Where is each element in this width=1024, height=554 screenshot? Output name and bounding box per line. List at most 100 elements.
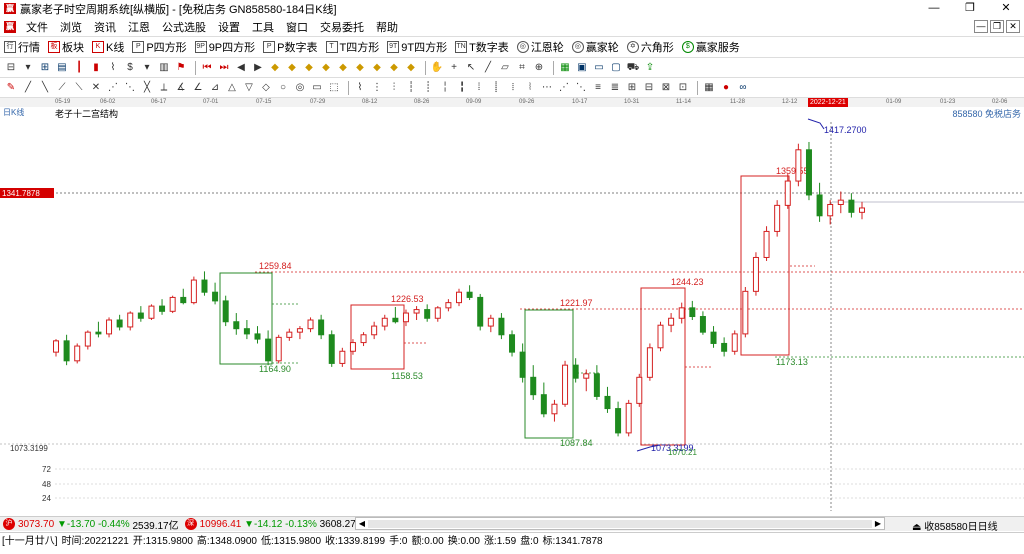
fan-1-icon[interactable]: ⌇ (353, 81, 367, 95)
ruler-icon[interactable]: ⌗ (515, 61, 529, 75)
diamond-5-icon[interactable]: ◆ (336, 61, 350, 75)
menu-window[interactable]: 窗口 (280, 19, 314, 35)
minimize-button[interactable]: — (916, 0, 952, 17)
table-icon[interactable]: ▦ (702, 81, 716, 95)
line-18-icon[interactable]: ▭ (310, 81, 324, 95)
fan-4-icon[interactable]: ┆ (404, 81, 418, 95)
flag-icon[interactable]: ⚑ (174, 61, 188, 75)
menu-trade[interactable]: 交易委托 (314, 19, 370, 35)
line-15-icon[interactable]: ◇ (259, 81, 273, 95)
fan-7-icon[interactable]: ╏ (455, 81, 469, 95)
fan-13-icon[interactable]: ⋰ (557, 81, 571, 95)
period-icon[interactable]: ▾ (21, 61, 35, 75)
mdi-close-button[interactable]: ✕ (1006, 20, 1020, 33)
layout-icon[interactable]: ⊟ (4, 61, 18, 75)
fan-11-icon[interactable]: ⦚ (523, 81, 537, 95)
line-19-icon[interactable]: ⬚ (327, 81, 341, 95)
line-11-icon[interactable]: ∠ (191, 81, 205, 95)
zoom-icon[interactable]: ⊕ (532, 61, 546, 75)
menu-formula[interactable]: 公式选股 (156, 19, 212, 35)
diamond-6-icon[interactable]: ◆ (353, 61, 367, 75)
toolbar-t-square-button[interactable]: T T四方形 (322, 38, 384, 57)
line-6-icon[interactable]: ⋰ (106, 81, 120, 95)
toolbar-winner-wheel-button[interactable]: ◎ 赢家轮 (568, 38, 623, 57)
toolbar-sector-button[interactable]: 板板块 (44, 38, 88, 57)
mdi-restore-button[interactable]: ❐ (990, 20, 1004, 33)
toolbar-quote-button[interactable]: 行行情 (0, 38, 44, 57)
line-3-icon[interactable]: ⟋ (55, 81, 69, 95)
line-chart-icon[interactable]: ⌇ (106, 61, 120, 75)
fan-8-icon[interactable]: ⁞ (472, 81, 486, 95)
next-icon[interactable]: ⏭ (217, 61, 231, 75)
diamond-1-icon[interactable]: ◆ (268, 61, 282, 75)
fan-14-icon[interactable]: ⋱ (574, 81, 588, 95)
first-icon[interactable]: ⏮ (200, 61, 214, 75)
fan-5-icon[interactable]: ┊ (421, 81, 435, 95)
diamond-2-icon[interactable]: ◆ (285, 61, 299, 75)
kline-chart[interactable]: 日K线 老子十二宫结构 858580 免税店务 1341.7878 1073.3… (0, 107, 1024, 511)
line-8-icon[interactable]: ╳ (140, 81, 154, 95)
scroll-thumb[interactable] (368, 520, 872, 528)
toolbar-9p-square-button[interactable]: 9P 9P四方形 (191, 38, 259, 57)
screen-icon[interactable]: ▭ (592, 61, 606, 75)
toolbar-p-square-button[interactable]: P P四方形 (128, 38, 190, 57)
fan-20-icon[interactable]: ⊡ (676, 81, 690, 95)
crosshair-icon[interactable]: + (447, 61, 461, 75)
shape-icon[interactable]: ▱ (498, 61, 512, 75)
toolbar-hexagon-button[interactable]: ✡ 六角形 (623, 38, 678, 57)
candle-icon[interactable]: ▮ (89, 61, 103, 75)
diamond-8-icon[interactable]: ◆ (387, 61, 401, 75)
line-17-icon[interactable]: ◎ (293, 81, 307, 95)
diamond-7-icon[interactable]: ◆ (370, 61, 384, 75)
window-icon[interactable]: ▢ (609, 61, 623, 75)
calendar-icon[interactable]: ▦ (558, 61, 572, 75)
sphere-icon[interactable]: ● (719, 81, 733, 95)
hand-icon[interactable]: ✋ (430, 61, 444, 75)
line-10-icon[interactable]: ∡ (174, 81, 188, 95)
scroll-left-icon[interactable]: ◀ (356, 518, 368, 529)
fan-18-icon[interactable]: ⊟ (642, 81, 656, 95)
toolbar-t-table-button[interactable]: TN T数字表 (451, 38, 513, 57)
line-14-icon[interactable]: ▽ (242, 81, 256, 95)
toolbar-p-table-button[interactable]: P P数字表 (259, 38, 321, 57)
toolbar-service-button[interactable]: $ 赢家服务 (678, 38, 744, 57)
cursor-icon[interactable]: ↖ (464, 61, 478, 75)
line-9-icon[interactable]: ⟂ (157, 81, 171, 95)
fan-19-icon[interactable]: ⊠ (659, 81, 673, 95)
line-16-icon[interactable]: ○ (276, 81, 290, 95)
scroll-right-icon[interactable]: ▶ (872, 518, 884, 529)
line-1-icon[interactable]: ╱ (21, 81, 35, 95)
fan-3-icon[interactable]: ⫶ (387, 81, 401, 95)
toolbar-kline-button[interactable]: K K线 (88, 38, 128, 57)
line-13-icon[interactable]: △ (225, 81, 239, 95)
menu-settings[interactable]: 设置 (212, 19, 246, 35)
diamond-3-icon[interactable]: ◆ (302, 61, 316, 75)
dollar-tool-icon[interactable]: $ (123, 61, 137, 75)
infinity-icon[interactable]: ∞ (736, 81, 750, 95)
line-5-icon[interactable]: ✕ (89, 81, 103, 95)
menu-tools[interactable]: 工具 (246, 19, 280, 35)
toolbar-gann-wheel-button[interactable]: ◎ 江恩轮 (513, 38, 568, 57)
grid-icon[interactable]: ⊞ (38, 61, 52, 75)
menu-browse[interactable]: 浏览 (54, 19, 88, 35)
line-12-icon[interactable]: ⊿ (208, 81, 222, 95)
menu-help[interactable]: 帮助 (370, 19, 404, 35)
sz-index-icon[interactable]: 深 (184, 518, 197, 530)
bars-icon[interactable]: ┃ (72, 61, 86, 75)
export-icon[interactable]: ⇪ (643, 61, 657, 75)
diamond-4-icon[interactable]: ◆ (319, 61, 333, 75)
bar-tool-icon[interactable]: ▥ (157, 61, 171, 75)
horizontal-scrollbar[interactable]: ◀ ▶ (355, 517, 885, 530)
fan-17-icon[interactable]: ⊞ (625, 81, 639, 95)
fan-6-icon[interactable]: ╎ (438, 81, 452, 95)
back-icon[interactable]: ◀ (234, 61, 248, 75)
fan-12-icon[interactable]: ⋯ (540, 81, 554, 95)
fan-16-icon[interactable]: ≣ (608, 81, 622, 95)
page-icon[interactable]: ▤ (55, 61, 69, 75)
car-icon[interactable]: ⛟ (626, 61, 640, 75)
close-button[interactable]: ✕ (988, 0, 1024, 17)
line-2-icon[interactable]: ╲ (38, 81, 52, 95)
fan-15-icon[interactable]: ≡ (591, 81, 605, 95)
menu-gann[interactable]: 江恩 (122, 19, 156, 35)
sh-index-icon[interactable]: 沪 (3, 518, 15, 530)
